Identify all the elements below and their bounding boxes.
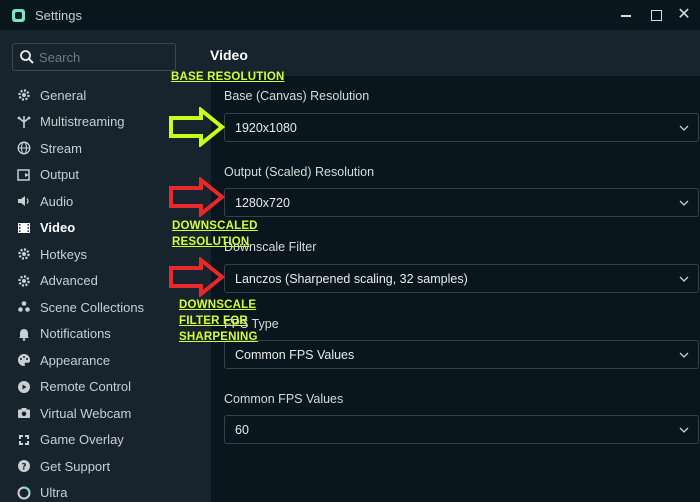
film-icon <box>17 221 31 235</box>
search-box[interactable] <box>12 43 176 71</box>
sidebar-item-remote-control[interactable]: Remote Control <box>0 374 188 401</box>
page-title: Video <box>210 47 248 63</box>
sidebar-item-virtual-webcam[interactable]: Virtual Webcam <box>0 400 188 427</box>
title-bar: Settings ✕ <box>0 0 700 30</box>
sidebar-item-label: Notifications <box>40 326 111 342</box>
output-resolution-label: Output (Scaled) Resolution <box>224 165 375 179</box>
annotation-filter-line-3: SHARPENING <box>179 331 258 343</box>
downscale-filter-value: Lanczos (Sharpened scaling, 32 samples) <box>235 272 468 286</box>
sidebar-item-label: Appearance <box>40 352 111 368</box>
output-resolution-value: 1280x720 <box>235 196 290 210</box>
sidebar-item-multistreaming[interactable]: Multistreaming <box>0 109 188 136</box>
support-icon: ? <box>17 459 31 473</box>
annotation-base-resolution: BASE RESOLUTION <box>171 69 285 85</box>
search-icon <box>19 49 35 65</box>
annotation-base-text: BASE RESOLUTION <box>171 71 285 83</box>
advanced-gear-icon <box>17 274 31 288</box>
sidebar-item-label: Ultra <box>40 485 68 501</box>
output-resolution-dropdown[interactable]: 1280x720 <box>224 188 699 217</box>
chevron-down-icon <box>679 427 689 433</box>
annotation-downscaled-line-1: DOWNSCALED <box>172 220 258 232</box>
sidebar-item-label: Get Support <box>40 458 111 474</box>
bell-icon <box>17 327 31 341</box>
sidebar-item-notifications[interactable]: Notifications <box>0 321 188 348</box>
sidebar-item-label: Advanced <box>40 273 98 289</box>
video-settings-panel: Base (Canvas) Resolution 1920x1080 Outpu… <box>211 76 700 502</box>
red-arrow-icon <box>169 177 226 217</box>
base-resolution-dropdown[interactable]: 1920x1080 <box>224 113 699 142</box>
sidebar-item-stream[interactable]: Stream <box>0 135 188 162</box>
sidebar-item-label: Scene Collections <box>40 299 145 315</box>
sidebar-item-audio[interactable]: Audio <box>0 188 188 215</box>
sidebar-item-label: Hotkeys <box>40 246 87 262</box>
sidebar-item-ultra[interactable]: Ultra <box>0 480 188 502</box>
app-logo-icon <box>12 9 25 22</box>
remote-icon <box>17 380 31 394</box>
sidebar-nav: General Multistreaming Stream Output Aud… <box>0 82 188 502</box>
annotation-filter-line-1: DOWNSCALE <box>179 299 257 311</box>
sidebar-item-label: Virtual Webcam <box>40 405 132 421</box>
sidebar-item-general[interactable]: General <box>0 82 188 109</box>
fps-type-value: Common FPS Values <box>235 348 355 362</box>
sidebar-item-label: General <box>40 87 87 103</box>
sidebar-item-output[interactable]: Output <box>0 162 188 189</box>
window-title: Settings <box>35 8 82 23</box>
annotation-filter-line-2: FILTER FOR <box>179 315 248 327</box>
base-resolution-value: 1920x1080 <box>235 121 297 135</box>
chevron-down-icon <box>679 200 689 206</box>
fps-type-dropdown[interactable]: Common FPS Values <box>224 340 699 369</box>
chevron-down-icon <box>679 352 689 358</box>
output-icon <box>17 168 31 182</box>
sidebar-item-scene-collections[interactable]: Scene Collections <box>0 294 188 321</box>
speaker-icon <box>17 194 31 208</box>
chevron-down-icon <box>679 276 689 282</box>
downscale-filter-dropdown[interactable]: Lanczos (Sharpened scaling, 32 samples) <box>224 264 699 293</box>
search-input[interactable] <box>39 48 169 66</box>
sidebar-item-label: Stream <box>40 140 82 156</box>
sidebar-item-get-support[interactable]: ? Get Support <box>0 453 188 480</box>
sidebar-item-advanced[interactable]: Advanced <box>0 268 188 295</box>
common-fps-dropdown[interactable]: 60 <box>224 415 699 444</box>
chevron-down-icon <box>679 125 689 131</box>
annotation-downscaled-line-2: RESOLUTION <box>172 236 250 248</box>
overlay-icon <box>17 433 31 447</box>
multistream-icon <box>17 115 31 129</box>
palette-icon <box>17 353 31 367</box>
sidebar-item-appearance[interactable]: Appearance <box>0 347 188 374</box>
sidebar-item-game-overlay[interactable]: Game Overlay <box>0 427 188 454</box>
red-arrow-icon <box>169 257 226 297</box>
svg-text:?: ? <box>21 463 26 473</box>
common-fps-label: Common FPS Values <box>224 392 344 406</box>
sidebar-item-label: Game Overlay <box>40 432 124 448</box>
maximize-button[interactable] <box>651 10 662 21</box>
minimize-button[interactable] <box>618 7 634 23</box>
close-button[interactable]: ✕ <box>676 7 692 23</box>
sidebar: General Multistreaming Stream Output Aud… <box>0 30 188 502</box>
sidebar-item-label: Remote Control <box>40 379 132 395</box>
annotation-downscale-filter: DOWNSCALE FILTER FOR SHARPENING <box>179 297 258 345</box>
camera-icon <box>17 406 31 420</box>
common-fps-value: 60 <box>235 423 249 437</box>
scene-collections-icon <box>17 300 31 314</box>
sidebar-item-label: Output <box>40 167 80 183</box>
hotkeys-gear-icon <box>17 247 31 261</box>
sidebar-item-label: Video <box>40 220 76 236</box>
sidebar-item-label: Audio <box>40 193 74 209</box>
ultra-icon <box>17 486 31 500</box>
base-resolution-label: Base (Canvas) Resolution <box>224 89 370 103</box>
green-arrow-icon <box>169 107 226 147</box>
globe-icon <box>17 141 31 155</box>
annotation-downscaled-resolution: DOWNSCALED RESOLUTION <box>172 218 258 250</box>
sidebar-item-label: Multistreaming <box>40 114 125 130</box>
gear-icon <box>17 88 31 102</box>
sidebar-item-video[interactable]: Video <box>0 215 188 242</box>
sidebar-item-hotkeys[interactable]: Hotkeys <box>0 241 188 268</box>
